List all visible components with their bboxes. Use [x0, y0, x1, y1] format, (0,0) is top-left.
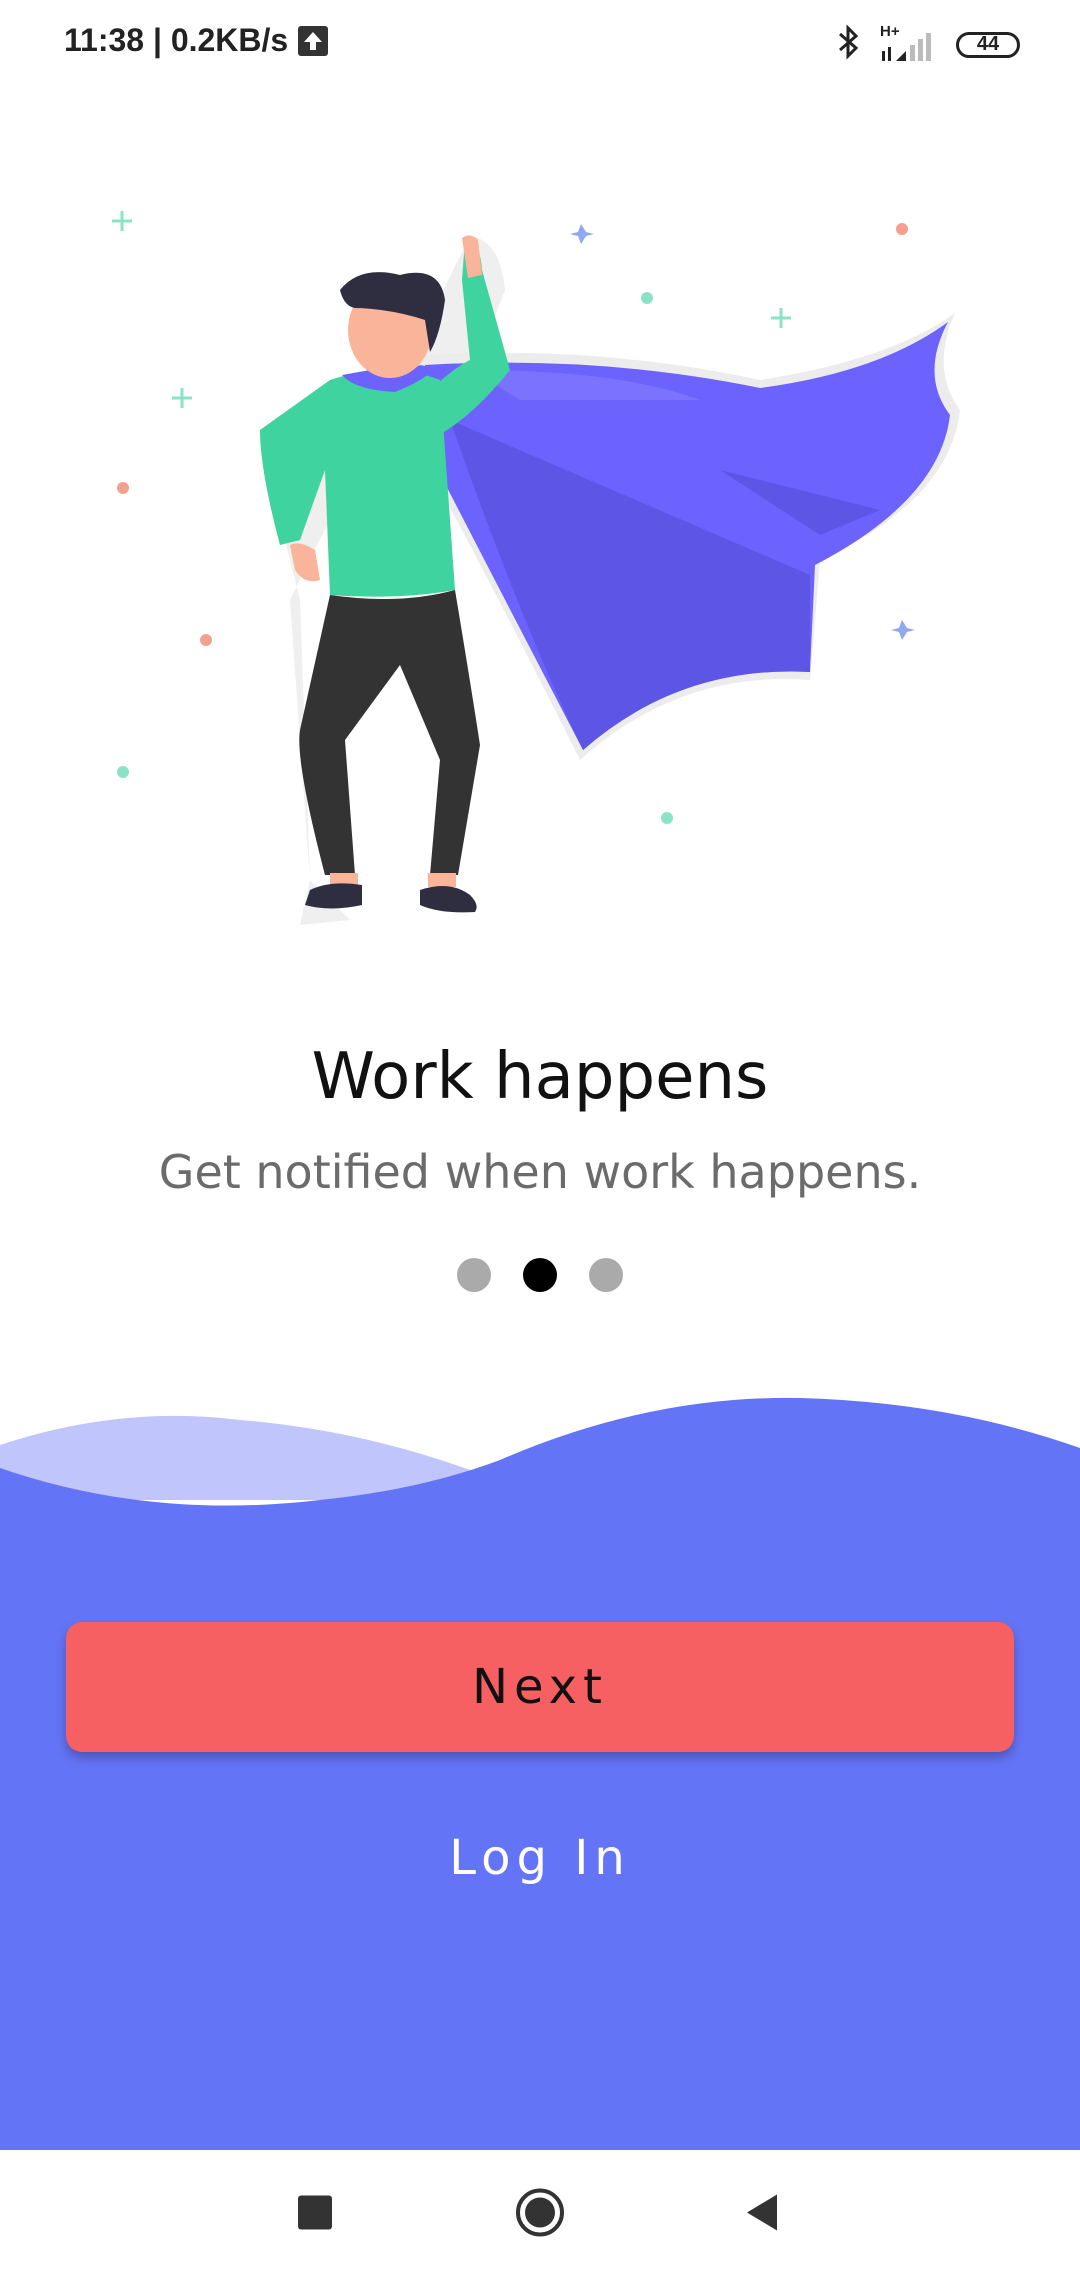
navigation-bar — [0, 2150, 1080, 2280]
next-button[interactable]: Next — [66, 1622, 1014, 1752]
status-right: H+ 44 — [836, 23, 1020, 65]
battery-icon: 44 — [956, 31, 1020, 58]
upload-arrow-icon — [298, 25, 329, 56]
status-bar: 11:38 | 0.2KB/s H+ 44 — [0, 0, 1080, 90]
wave-background — [0, 1397, 1080, 2150]
login-link[interactable]: Log In — [0, 1830, 1080, 1886]
status-time-speed: 11:38 | 0.2KB/s — [64, 22, 289, 58]
page-subtitle: Get notified when work happens. — [158, 1145, 922, 1199]
signal-icon: H+ — [880, 23, 938, 63]
page-title: Work happens — [311, 1040, 769, 1114]
superhero-illustration — [112, 211, 960, 925]
bluetooth-icon — [836, 24, 862, 65]
recents-square-icon[interactable] — [298, 2195, 332, 2235]
battery-level: 44 — [976, 33, 1000, 55]
onboarding-screen: 11:38 | 0.2KB/s H+ 44 Work happens Get n… — [0, 0, 1080, 2280]
page-dot-2[interactable] — [523, 1258, 557, 1292]
page-indicator — [0, 1258, 1080, 1292]
status-left: 11:38 | 0.2KB/s — [64, 22, 329, 59]
page-dot-3[interactable] — [589, 1258, 623, 1292]
back-triangle-icon[interactable] — [745, 2194, 779, 2236]
page-dot-1[interactable] — [457, 1258, 491, 1292]
home-circle-icon[interactable] — [514, 2187, 566, 2244]
